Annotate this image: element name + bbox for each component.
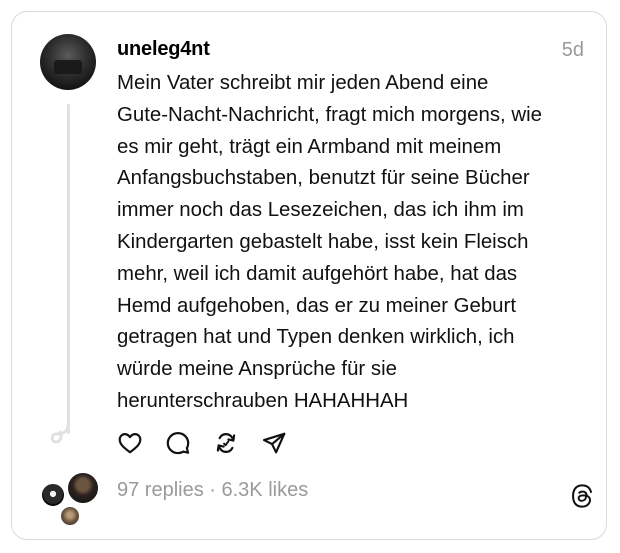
action-bar [117,429,287,457]
post-line: Mein Vater schreibt mir jeden Abend eine [117,72,489,94]
post-line: würde meine Ansprüche für sie [117,358,397,381]
send-icon [262,432,286,454]
post-text: Mein Vater schreibt mir jeden Abend eine… [117,68,587,418]
replier-avatar [59,505,81,527]
author-avatar[interactable] [40,34,96,90]
comment-icon [166,432,190,455]
heart-icon [118,433,142,454]
replier-avatar [40,482,66,508]
repost-icon [216,433,236,453]
post-line: Gute-Nacht-Nachricht, fragt mich morgens… [117,103,542,126]
post-timestamp: 5d [561,39,584,61]
post-line: getragen hat und Typen denken wirklich, … [117,326,515,349]
thread-line [67,104,70,434]
post-line: Hemd aufgehoben, das er zu meiner Geburt [117,294,516,317]
post-line: mehr, weil ich damit aufgehört habe, hat… [117,262,518,285]
author-username[interactable]: uneleg4nt [117,38,210,61]
replier-avatar [66,471,100,505]
post-line: Kindergarten gebastelt habe, isst kein F… [117,230,529,253]
share-button[interactable] [261,430,287,456]
threads-logo-icon[interactable] [568,482,596,510]
post-line: herunterschrauben HAHAHHAH [117,389,409,412]
engagement-stats[interactable]: 97 replies · 6.3K likes [117,479,308,502]
post-line: Anfangsbuchstaben, benutzt für seine Büc… [117,167,530,190]
post-line: immer noch das Lesezeichen, das ich ihm … [117,199,524,222]
reply-button[interactable] [165,430,191,456]
like-button[interactable] [117,430,143,456]
repost-button[interactable] [213,430,239,456]
post-line: es mir geht, trägt ein Armband mit meine… [117,135,502,158]
thread-curl-icon [50,424,70,444]
